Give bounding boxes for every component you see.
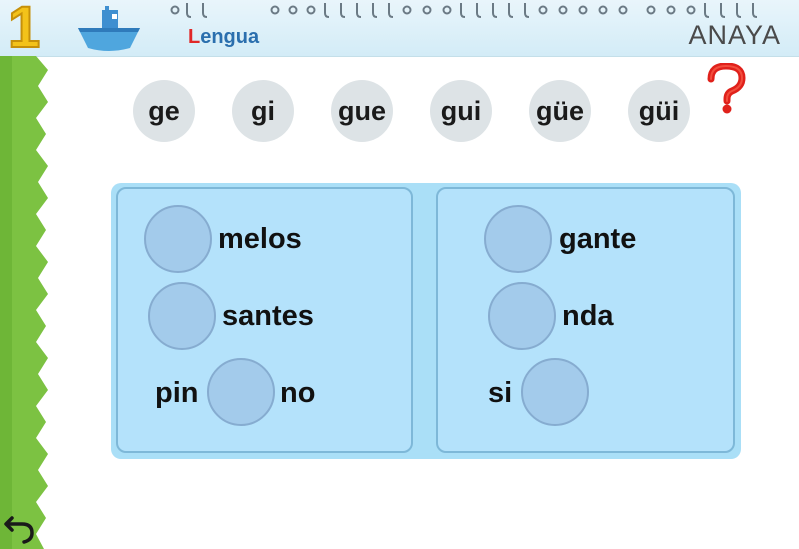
drop-slot[interactable]	[521, 358, 589, 426]
syllable-gui[interactable]: gui	[430, 80, 492, 142]
syllable-gue-dieresis[interactable]: güe	[529, 80, 591, 142]
drop-slot[interactable]	[488, 282, 556, 350]
subject-title: Lengua	[188, 26, 260, 48]
back-arrow-icon[interactable]	[4, 512, 36, 544]
drop-slot[interactable]	[484, 205, 552, 273]
header-bar: 1 Lengua ANAYA	[0, 0, 799, 61]
boat-icon	[78, 6, 140, 51]
unit-number: 1	[7, 0, 41, 61]
syllable-gui-dieresis[interactable]: güi	[628, 80, 690, 142]
publisher-logo: ANAYA	[688, 20, 781, 50]
word-fragment: santes	[222, 300, 314, 332]
word-fragment: si	[488, 377, 513, 409]
word-fragment: nda	[562, 300, 614, 332]
notebook-spiral	[170, 3, 758, 18]
syllable-gi[interactable]: gi	[232, 80, 294, 142]
drop-slot[interactable]	[207, 358, 275, 426]
drop-slot[interactable]	[148, 282, 216, 350]
word-fragment: no	[280, 377, 316, 409]
word-fragment: gante	[559, 223, 637, 255]
syllable-gue[interactable]: gue	[331, 80, 393, 142]
drop-slot[interactable]	[144, 205, 212, 273]
side-decoration	[0, 56, 48, 549]
syllable-ge[interactable]: ge	[133, 80, 195, 142]
word-fragment: pin	[155, 377, 199, 409]
question-mark-icon[interactable]	[703, 63, 749, 115]
word-fragment: melos	[218, 223, 302, 255]
